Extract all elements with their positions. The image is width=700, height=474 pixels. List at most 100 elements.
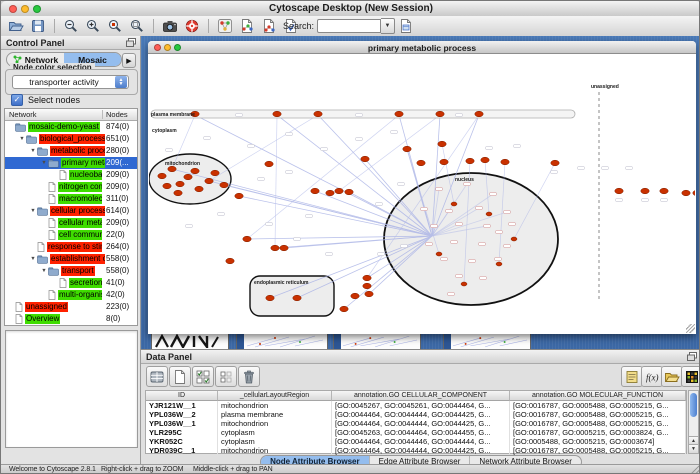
tree-expander-icon[interactable]: ▼ <box>29 148 37 154</box>
minimized-window-4[interactable] <box>443 333 531 349</box>
tree-row-biological-process[interactable]: ▼biological_process651(0) <box>5 133 137 145</box>
table-cell: YLR295C <box>146 428 218 437</box>
network-window-title-bar[interactable]: primary metabolic process <box>148 41 696 54</box>
network-view-icon[interactable] <box>216 17 234 35</box>
tree-column-network: Network <box>9 110 37 119</box>
table-row[interactable]: YLR295Ccytoplasm[GO:0045263, GO:0044464,… <box>146 428 686 437</box>
tree-row-mosaic-demo-yeast[interactable]: mosaic-demo-yeast874(0) <box>5 121 137 133</box>
snapshot-icon[interactable] <box>161 17 179 35</box>
search-config-button[interactable] <box>397 17 415 35</box>
import-network-icon[interactable] <box>238 17 256 35</box>
tree-expander-icon[interactable]: ▼ <box>29 208 37 214</box>
tree-row-unassigned[interactable]: unassigned223(0) <box>5 301 137 313</box>
table-row[interactable]: YDR039C__1mitochondrion[GO:0044464, GO:0… <box>146 446 686 455</box>
network-file-icon <box>48 230 56 240</box>
unselect-attributes-button[interactable] <box>215 366 237 387</box>
function-button[interactable]: f(x) <box>641 366 663 387</box>
table-cell: YKR052C <box>146 437 218 446</box>
save-icon[interactable] <box>29 17 47 35</box>
table-cell: YDR039C__1 <box>146 446 218 455</box>
table-button[interactable] <box>146 366 168 387</box>
table-row[interactable]: YPL036W__1mitochondrion[GO:0044464, GO:0… <box>146 419 686 428</box>
table-row[interactable]: YKR052Ccytoplasm[GO:0044464, GO:0044446,… <box>146 437 686 446</box>
tree-expander-icon[interactable]: ▼ <box>18 136 26 142</box>
tree-row-label: Overview <box>25 314 60 324</box>
tab-overflow-button[interactable]: ▶ <box>122 53 136 68</box>
table-cell: mitochondrion <box>218 446 332 455</box>
tree-row-cellular-process[interactable]: ▼cellular process614(0) <box>5 205 137 217</box>
network-file-icon <box>59 278 67 288</box>
table-cell: mitochondrion <box>218 419 332 428</box>
import-attributes-button[interactable] <box>661 366 683 387</box>
tree-row-node-count: 8(0) <box>106 314 120 323</box>
select-attributes-button[interactable] <box>192 366 214 387</box>
tree-row-nitrogen-compo[interactable]: nitrogen compo209(0) <box>5 181 137 193</box>
tree-row-label: response to stimulu <box>47 242 102 252</box>
birds-eye-view[interactable] <box>5 330 138 448</box>
heatmap-button[interactable] <box>681 366 700 387</box>
minimized-window-3[interactable] <box>333 333 421 349</box>
import-table-icon[interactable] <box>260 17 278 35</box>
table-column-header[interactable]: ID <box>146 391 218 401</box>
table-column-header[interactable]: annotation.GO CELLULAR_COMPONENT <box>332 391 510 401</box>
search-dropdown-arrow-icon[interactable]: ▼ <box>381 18 395 34</box>
tree-row-primary-metabo[interactable]: ▼primary metabo209(... <box>5 157 137 169</box>
zoom-fit-icon[interactable] <box>128 17 146 35</box>
table-scrollbar[interactable]: ▲ ▼ <box>688 390 699 454</box>
app-resize-grip[interactable] <box>691 465 700 474</box>
search-label: Search: <box>283 21 314 31</box>
tree-row-node-count: 209(0) <box>106 182 129 191</box>
scroll-down-icon[interactable]: ▼ <box>689 444 698 453</box>
delete-attribute-button[interactable] <box>238 366 260 387</box>
tree-row-metabolic-process[interactable]: ▼metabolic process280(0) <box>5 145 137 157</box>
new-attribute-button[interactable] <box>169 366 191 387</box>
toolbar-separator <box>153 19 154 33</box>
network-canvas[interactable]: plasma membranecytoplasmmitochondrionnuc… <box>149 54 695 333</box>
tree-row-secretion[interactable]: secretion41(0) <box>5 277 137 289</box>
node-color-dropdown-value: transporter activity <box>13 77 115 87</box>
tree-row-response-to-stimulu[interactable]: response to stimulu264(0) <box>5 241 137 253</box>
tree-row-label: macromolecule <box>58 194 102 204</box>
minimized-window-edge <box>237 334 244 349</box>
data-panel-toolbar: f(x) <box>141 364 700 387</box>
tree-row-label: multi-organism pro <box>58 290 102 300</box>
tree-row-establishment-of-lo[interactable]: ▼establishment of lo558(0) <box>5 253 137 265</box>
select-nodes-checkbox[interactable]: ✓ <box>11 94 23 106</box>
tree-expander-icon[interactable]: ▼ <box>40 268 48 274</box>
search-input[interactable] <box>317 19 381 33</box>
tree-row-nucleobase-[interactable]: nucleobase-209(0) <box>5 169 137 181</box>
tree-row-transport[interactable]: ▼transport558(0) <box>5 265 137 277</box>
zoom-in-icon[interactable] <box>84 17 102 35</box>
zoom-out-icon[interactable] <box>62 17 80 35</box>
tree-row-cell-communicat[interactable]: cell communicat22(0) <box>5 229 137 241</box>
tree-expander-icon[interactable]: ▼ <box>40 160 48 166</box>
window-resize-grip[interactable] <box>686 324 695 333</box>
float-panel-icon[interactable] <box>126 38 136 47</box>
tree-row-node-count: 280(0) <box>106 146 129 155</box>
tree-row-multi-organism-pro[interactable]: multi-organism pro42(0) <box>5 289 137 301</box>
scrollbar-thumb[interactable] <box>690 393 697 417</box>
node-color-dropdown[interactable]: transporter activity ▲▼ <box>12 75 129 89</box>
notes-button[interactable] <box>621 366 643 387</box>
table-column-header[interactable]: _cellularLayoutRegion <box>218 391 332 401</box>
zoom-selected-icon[interactable] <box>106 17 124 35</box>
minimized-window-1[interactable] <box>151 333 229 349</box>
table-row[interactable]: YJR121W__1mitochondrion[GO:0045267, GO:0… <box>146 401 686 410</box>
network-file-icon <box>15 314 23 324</box>
table-row[interactable]: YPL036W__2plasma membrane[GO:0044464, GO… <box>146 410 686 419</box>
float-panel-icon[interactable] <box>687 352 697 361</box>
control-panel-title: Control Panel <box>6 38 65 48</box>
network-file-icon <box>48 182 56 192</box>
tree-row-macromolecule[interactable]: macromolecule311(0) <box>5 193 137 205</box>
table-column-header[interactable]: annotation.GO MOLECULAR_FUNCTION <box>510 391 686 401</box>
tree-row-cellular-metabo[interactable]: cellular metabo209(0) <box>5 217 137 229</box>
table-cell: [GO:0044464, GO:0044444, GO:0044425, G..… <box>332 410 510 419</box>
tree-row-overview[interactable]: Overview 8(0) <box>5 313 137 325</box>
network-tree-header: Network Nodes <box>5 109 137 121</box>
open-icon[interactable] <box>7 17 25 35</box>
table-cell: [GO:0044464, GO:0044444, GO:0044425, G..… <box>332 419 510 428</box>
attribute-table[interactable]: ID_cellularLayoutRegionannotation.GO CEL… <box>145 390 687 454</box>
tree-expander-icon[interactable]: ▼ <box>29 256 37 262</box>
minimized-window-2[interactable] <box>236 333 328 349</box>
help-icon[interactable] <box>183 17 201 35</box>
